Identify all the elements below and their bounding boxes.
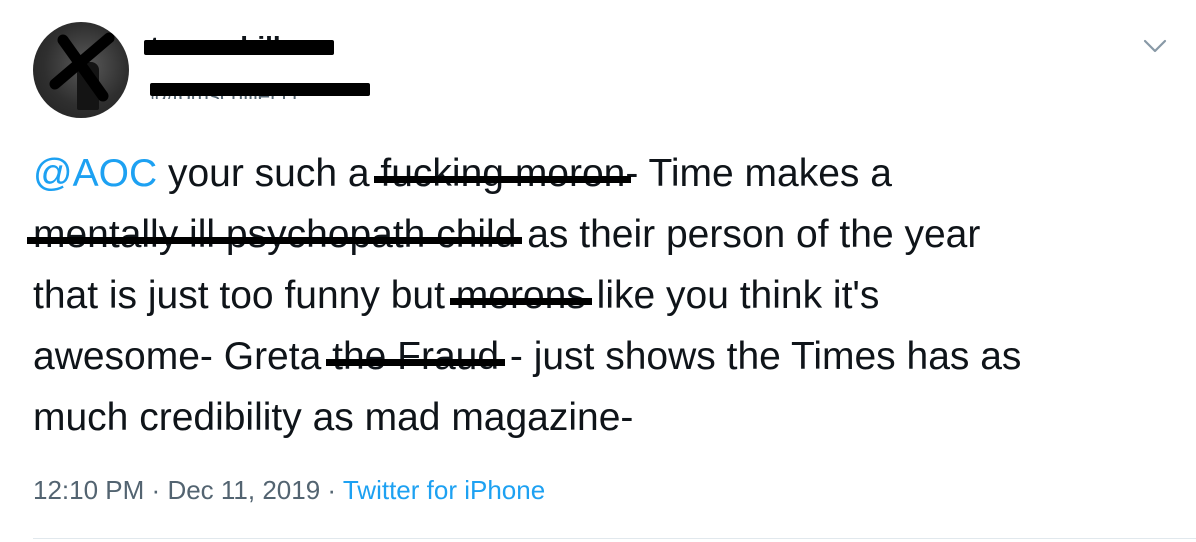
tweet-text-segment [504, 152, 515, 195]
tweet-line: mentally ill psychopath child as their p… [26, 204, 1173, 265]
divider [33, 538, 1196, 539]
redacted-word: fucking [374, 143, 510, 204]
tweet-text-segment: that is just too funny but [33, 274, 456, 317]
tweet-text-segment: - just shows the Times has as [499, 335, 1022, 378]
tweet-text-segment: - Time makes a [625, 152, 892, 195]
redacted-word: mentally ill psychopath child [26, 204, 523, 265]
chevron-down-icon[interactable] [1142, 36, 1168, 56]
tweet-text-segment: like you think it's [585, 274, 880, 317]
tweet-line: much credibility as mad magazine- [33, 387, 1173, 448]
tweet-text-segment: as their person of the year [516, 213, 981, 256]
tweet-text: @AOC your such a fucking moron- Time mak… [26, 143, 1173, 448]
mention-link[interactable]: @AOC [33, 152, 157, 195]
redacted-word: the Fraud [326, 326, 505, 387]
redaction-bar-handle [150, 83, 370, 96]
meta-separator: · [327, 475, 337, 505]
meta-separator: · [151, 475, 161, 505]
redacted-word: morons [449, 265, 592, 326]
tweet-date[interactable]: Dec 11, 2019 [167, 475, 320, 505]
tweet-text-segment: your such a [157, 152, 381, 195]
tweet-line: @AOC your such a fucking moron- Time mak… [33, 143, 1173, 204]
tweet: tom schiller @tomschiller11 @AOC your su… [0, 0, 1196, 542]
tweet-text-segment: awesome- Greta [33, 335, 333, 378]
tweet-time[interactable]: 12:10 PM [33, 475, 144, 505]
tweet-source-link[interactable]: Twitter for iPhone [343, 475, 545, 505]
avatar[interactable] [33, 22, 129, 118]
redaction-bar-name [144, 40, 334, 55]
redacted-word: moron [508, 143, 631, 204]
tweet-meta: 12:10 PM · Dec 11, 2019 · Twitter for iP… [33, 472, 545, 508]
tweet-text-segment: much credibility as mad magazine- [33, 396, 634, 439]
tweet-line: that is just too funny but morons like y… [33, 265, 1173, 326]
tweet-line: awesome- Greta the Fraud - just shows th… [33, 326, 1173, 387]
redaction-cross-icon [49, 32, 115, 102]
